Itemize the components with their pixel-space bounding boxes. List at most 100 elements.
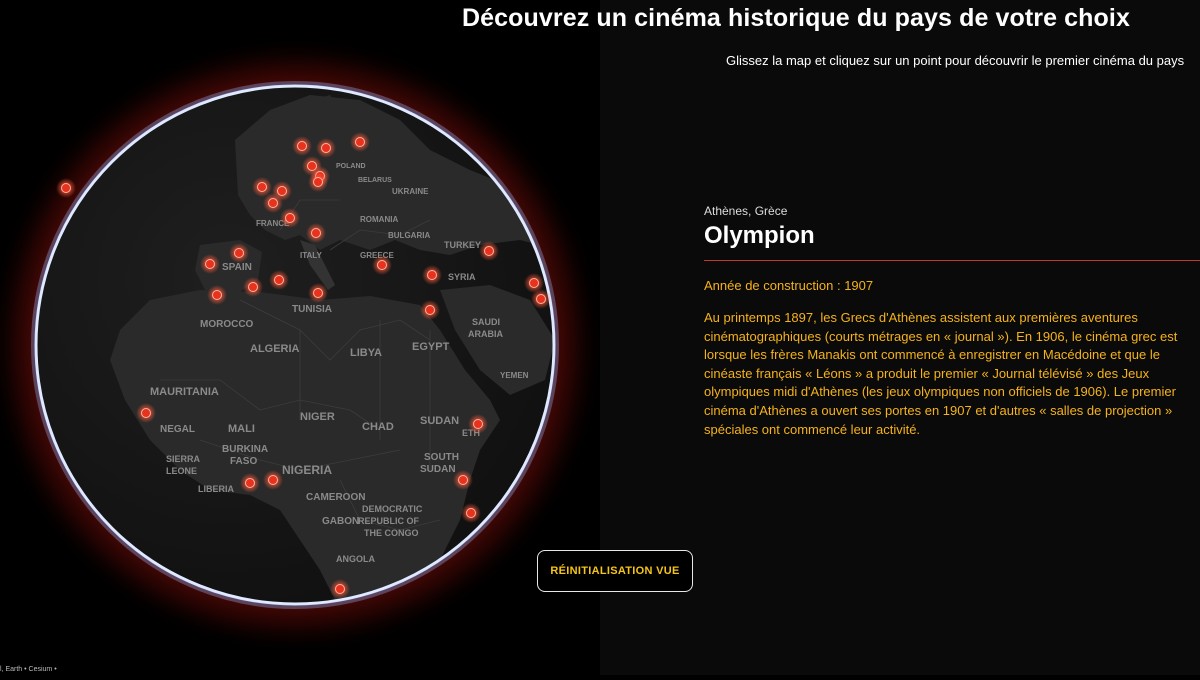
cinema-marker[interactable]	[243, 277, 263, 297]
page-title: Découvrez un cinéma historique du pays d…	[462, 4, 1130, 32]
cinema-marker[interactable]	[420, 300, 440, 320]
map-label-mali: MALI	[228, 423, 255, 435]
cinema-marker-dot[interactable]	[277, 186, 287, 196]
cinema-marker[interactable]	[308, 283, 328, 303]
cinema-marker[interactable]	[453, 470, 473, 490]
cinema-marker[interactable]	[350, 132, 370, 152]
map-label-turkey: TURKEY	[444, 240, 481, 250]
cinema-marker-dot[interactable]	[458, 475, 468, 485]
map-label-egypt: EGYPT	[412, 341, 450, 353]
map-label-niger: NIGER	[300, 411, 335, 423]
map-label-the-congo: THE CONGO	[364, 528, 419, 538]
map-label-syria: SYRIA	[448, 272, 476, 282]
page-subtitle: Glissez la map et cliquez sur un point p…	[726, 53, 1185, 68]
cinema-marker[interactable]	[316, 138, 336, 158]
cinema-marker-dot[interactable]	[466, 508, 476, 518]
cinema-marker-dot[interactable]	[427, 270, 437, 280]
globe-viewport[interactable]: SPAIN MOROCCO TUNISIA ALGERIA LIBYA EGYP…	[0, 0, 607, 675]
map-label-sierra: SIERRA	[166, 454, 201, 464]
map-label-senegal: NEGAL	[160, 424, 195, 435]
cinema-marker-dot[interactable]	[141, 408, 151, 418]
map-label-leone: LEONE	[166, 466, 197, 476]
cinema-marker-dot[interactable]	[313, 177, 323, 187]
cinema-marker[interactable]	[280, 208, 300, 228]
construction-year: Année de construction : 1907	[704, 278, 874, 293]
cinema-marker[interactable]	[468, 414, 488, 434]
cinema-marker[interactable]	[422, 265, 442, 285]
map-label-democratic: DEMOCRATIC	[362, 504, 423, 514]
map-label-tunisia: TUNISIA	[292, 304, 332, 315]
cinema-name: Olympion	[704, 222, 815, 249]
cinema-marker-dot[interactable]	[473, 419, 483, 429]
cinema-marker-dot[interactable]	[245, 478, 255, 488]
map-label-south: SOUTH	[424, 452, 459, 463]
cinema-marker-dot[interactable]	[205, 259, 215, 269]
cinema-marker[interactable]	[207, 285, 227, 305]
map-label-nigeria: NIGERIA	[282, 463, 332, 477]
cinema-marker[interactable]	[372, 255, 392, 275]
map-label-poland: POLAND	[336, 163, 366, 170]
cinema-marker-dot[interactable]	[297, 141, 307, 151]
cinema-marker-dot[interactable]	[484, 246, 494, 256]
cinema-marker[interactable]	[136, 403, 156, 423]
map-label-bulgaria: BULGARIA	[388, 231, 430, 240]
cinema-marker-dot[interactable]	[321, 143, 331, 153]
cinema-marker-dot[interactable]	[274, 275, 284, 285]
cinema-marker-dot[interactable]	[313, 288, 323, 298]
cinema-marker-dot[interactable]	[425, 305, 435, 315]
map-label-italy: ITALY	[300, 251, 322, 260]
cinema-marker[interactable]	[479, 241, 499, 261]
map-label-algeria: ALGERIA	[250, 343, 300, 355]
cinema-marker-dot[interactable]	[377, 260, 387, 270]
map-label-saudi: SAUDI	[472, 317, 500, 327]
map-label-angola: ANGOLA	[336, 554, 375, 564]
divider	[704, 260, 1200, 261]
cinema-marker-dot[interactable]	[257, 182, 267, 192]
map-label-ukraine: UKRAINE	[392, 187, 429, 196]
cinema-marker[interactable]	[531, 289, 551, 309]
cinema-marker-dot[interactable]	[355, 137, 365, 147]
cinema-location: Athènes, Grèce	[704, 204, 788, 218]
cinema-marker[interactable]	[306, 223, 326, 243]
cinema-marker-dot[interactable]	[285, 213, 295, 223]
cinema-marker[interactable]	[229, 243, 249, 263]
map-label-faso: FASO	[230, 456, 257, 467]
reset-view-button[interactable]: RÉINITIALISATION VUE	[537, 550, 693, 592]
cinema-marker[interactable]	[263, 470, 283, 490]
map-label-morocco: MOROCCO	[200, 319, 254, 330]
map-label-belarus: BELARUS	[358, 177, 392, 184]
map-label-libya: LIBYA	[350, 347, 382, 359]
map-label-liberia: LIBERIA	[198, 484, 235, 494]
cinema-marker[interactable]	[263, 193, 283, 213]
cinema-marker[interactable]	[269, 270, 289, 290]
cinema-marker[interactable]	[240, 473, 260, 493]
cinema-marker-dot[interactable]	[529, 278, 539, 288]
map-label-sudan: SUDAN	[420, 415, 459, 427]
cinema-marker-dot[interactable]	[536, 294, 546, 304]
cinema-marker-dot[interactable]	[335, 584, 345, 594]
cinema-marker[interactable]	[292, 136, 312, 156]
map-label-cameroon: CAMEROON	[306, 492, 365, 503]
cinema-marker-dot[interactable]	[61, 183, 71, 193]
cinema-marker-dot[interactable]	[311, 228, 321, 238]
cinema-marker[interactable]	[56, 178, 76, 198]
cinema-description: Au printemps 1897, les Grecs d'Athènes a…	[704, 310, 1178, 437]
cinema-marker[interactable]	[200, 254, 220, 274]
map-label-burkina: BURKINA	[222, 444, 268, 455]
cinema-marker-dot[interactable]	[234, 248, 244, 258]
map-label-yemen: YEMEN	[500, 371, 529, 380]
map-attribution: l, Earth • Cesium •	[0, 666, 57, 673]
cinema-marker[interactable]	[308, 172, 328, 192]
cinema-marker-dot[interactable]	[268, 475, 278, 485]
map-label-gabon: GABON	[322, 516, 359, 527]
cinema-marker-dot[interactable]	[212, 290, 222, 300]
globe-map[interactable]: SPAIN MOROCCO TUNISIA ALGERIA LIBYA EGYP…	[0, 0, 607, 675]
cinema-marker[interactable]	[330, 579, 350, 599]
cinema-marker[interactable]	[461, 503, 481, 523]
map-label-republic-of: REPUBLIC OF	[358, 516, 420, 526]
map-label-romania: ROMANIA	[360, 215, 398, 224]
cinema-marker-dot[interactable]	[248, 282, 258, 292]
map-label-arabia: ARABIA	[468, 329, 503, 339]
cinema-marker-dot[interactable]	[268, 198, 278, 208]
map-label-chad: CHAD	[362, 421, 394, 433]
